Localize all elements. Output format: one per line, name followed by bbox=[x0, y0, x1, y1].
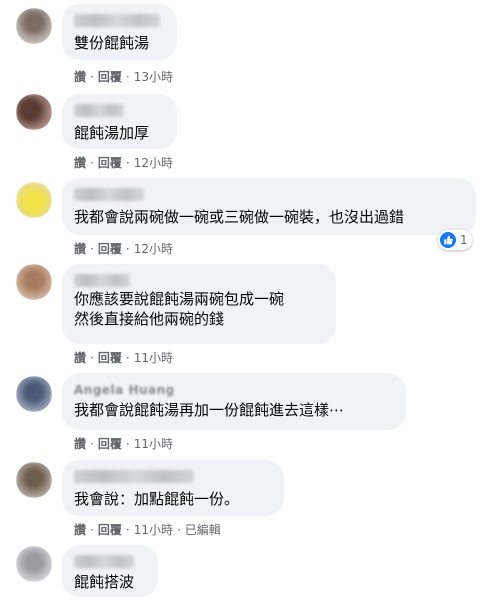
like-button[interactable]: 讚 bbox=[74, 70, 86, 84]
comment-text: 我都會說餛飩湯再加一份餛飩進去這樣⋯ bbox=[74, 401, 345, 419]
reply-button[interactable]: 回覆 bbox=[98, 523, 122, 537]
avatar[interactable] bbox=[16, 8, 52, 44]
comment-bubble: 我都會說兩碗做一碗或三碗做一碗裝，也沒出過錯 bbox=[62, 178, 476, 235]
like-button[interactable]: 讚 bbox=[74, 351, 86, 365]
reply-button[interactable]: 回覆 bbox=[98, 351, 122, 365]
author-name-blurred[interactable] bbox=[74, 104, 124, 117]
author-name-blurred[interactable] bbox=[74, 14, 160, 27]
comment-bubble: 我會說：加點餛飩一份。 bbox=[62, 460, 284, 516]
like-button[interactable]: 讚 bbox=[74, 242, 86, 256]
comment-actions: 讚 · 回覆 · 11小時 bbox=[74, 351, 173, 365]
author-name-blurred[interactable] bbox=[74, 274, 130, 287]
comment-actions: 讚 · 回覆 · 12小時 bbox=[74, 156, 173, 170]
reaction-count-text: 1 bbox=[460, 233, 468, 247]
timestamp[interactable]: 11小時 bbox=[134, 351, 173, 365]
comment-text: 餛飩湯加厚 bbox=[74, 124, 150, 142]
comment-bubble: 你應該要說餛飩湯兩碗包成一碗 然後直接給他兩碗的錢 bbox=[62, 264, 336, 344]
comment-actions: 讚 · 回覆 · 11小時 bbox=[74, 437, 173, 451]
author-name-blurred[interactable] bbox=[74, 188, 144, 201]
like-icon bbox=[440, 232, 456, 248]
comment-bubble: 餛飩搭波 bbox=[62, 545, 158, 597]
reply-button[interactable]: 回覆 bbox=[98, 70, 122, 84]
timestamp[interactable]: 12小時 bbox=[134, 156, 173, 170]
avatar[interactable] bbox=[16, 182, 52, 218]
reply-button[interactable]: 回覆 bbox=[98, 437, 122, 451]
comment-text-line-1: 你應該要說餛飩湯兩碗包成一碗 bbox=[74, 290, 285, 308]
comment-text: 餛飩搭波 bbox=[74, 573, 135, 591]
like-button[interactable]: 讚 bbox=[74, 523, 86, 537]
like-button[interactable]: 讚 bbox=[74, 156, 86, 170]
avatar[interactable] bbox=[16, 376, 52, 412]
author-name-blurred[interactable] bbox=[74, 555, 134, 568]
timestamp[interactable]: 12小時 bbox=[134, 242, 173, 256]
timestamp[interactable]: 11小時 bbox=[134, 437, 173, 451]
reaction-count[interactable]: 1 bbox=[438, 230, 472, 250]
author-name[interactable]: Angela Huang bbox=[74, 383, 394, 397]
avatar[interactable] bbox=[16, 546, 52, 582]
reply-button[interactable]: 回覆 bbox=[98, 156, 122, 170]
author-name-blurred[interactable] bbox=[74, 470, 194, 483]
comment-actions: 讚 · 回覆 · 12小時 bbox=[74, 242, 173, 256]
timestamp[interactable]: 13小時 bbox=[134, 70, 173, 84]
reply-button[interactable]: 回覆 bbox=[98, 242, 122, 256]
timestamp[interactable]: 11小時 bbox=[134, 523, 173, 537]
comment-bubble: 餛飩湯加厚 bbox=[62, 94, 177, 149]
comment-text: 我都會說兩碗做一碗或三碗做一碗裝，也沒出過錯 bbox=[74, 208, 405, 226]
avatar[interactable] bbox=[16, 462, 52, 498]
like-button[interactable]: 讚 bbox=[74, 437, 86, 451]
edited-label[interactable]: 已編輯 bbox=[185, 523, 221, 537]
comment-actions: 讚 · 回覆 · 11小時 · 已編輯 bbox=[74, 523, 221, 537]
comment-text: 雙份餛飩湯 bbox=[74, 34, 150, 52]
comment-actions: 讚 · 回覆 · 13小時 bbox=[74, 70, 173, 84]
avatar[interactable] bbox=[16, 94, 52, 130]
comment-bubble: 雙份餛飩湯 bbox=[62, 4, 177, 60]
avatar[interactable] bbox=[16, 264, 52, 300]
comment-text: 我會說：加點餛飩一份。 bbox=[74, 490, 240, 508]
comment-bubble: Angela Huang 我都會說餛飩湯再加一份餛飩進去這樣⋯ bbox=[62, 373, 406, 430]
comment-text-line-2: 然後直接給他兩碗的錢 bbox=[74, 310, 225, 328]
